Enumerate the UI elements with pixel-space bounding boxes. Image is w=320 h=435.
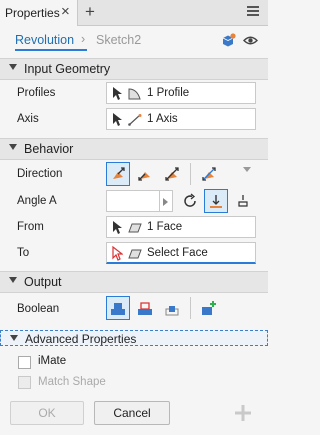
- collapse-arrow-icon: [9, 64, 17, 70]
- direction-flipped-button[interactable]: [133, 162, 157, 186]
- select-cursor-icon: [113, 221, 122, 234]
- axis-value: 1 Axis: [147, 113, 178, 125]
- join-button[interactable]: [106, 296, 130, 320]
- cut-button[interactable]: [133, 296, 157, 320]
- face-icon: [128, 223, 142, 233]
- section-output[interactable]: Output: [0, 271, 268, 293]
- add-tab-icon[interactable]: +: [85, 2, 95, 22]
- axis-selector[interactable]: 1 Axis: [106, 108, 256, 130]
- hamburger-menu-icon[interactable]: [247, 6, 261, 20]
- tab-label: Properties: [5, 6, 60, 20]
- to-selector[interactable]: Select Face: [106, 242, 256, 264]
- breadcrumb-underline: [15, 49, 87, 51]
- direction-asymmetric-button[interactable]: [197, 162, 221, 186]
- divider: [190, 163, 191, 185]
- footer: OK Cancel: [0, 393, 268, 435]
- direction-default-button[interactable]: [106, 162, 130, 186]
- title-bar: Properties × +: [0, 0, 268, 26]
- direction-flipped-icon: [138, 172, 150, 181]
- select-cursor-red-icon: [112, 246, 123, 261]
- ok-button[interactable]: OK: [10, 401, 84, 425]
- to-plane-button[interactable]: [204, 189, 228, 213]
- angle-dropdown[interactable]: [160, 190, 173, 212]
- direction-asymmetric-icon: [202, 167, 216, 181]
- section-title: Input Geometry: [24, 62, 111, 76]
- direction-symmetric-icon: [165, 167, 179, 181]
- more-options-arrow-icon[interactable]: [243, 167, 251, 172]
- apply-plus-icon[interactable]: [230, 401, 256, 425]
- new-solid-icon: [202, 301, 216, 315]
- profile-icon: [128, 88, 141, 100]
- imate-checkbox[interactable]: [18, 356, 31, 369]
- select-cursor-icon: [113, 87, 122, 100]
- eye-icon[interactable]: [243, 35, 258, 46]
- full-revolution-button[interactable]: [178, 189, 202, 213]
- from-selector[interactable]: 1 Face: [106, 216, 256, 238]
- direction-symmetric-button[interactable]: [160, 162, 184, 186]
- to-label: To: [17, 247, 30, 259]
- dropdown-arrow-icon: [163, 198, 168, 206]
- profiles-value: 1 Profile: [147, 87, 190, 99]
- match-shape-checkbox: [18, 376, 31, 389]
- section-advanced-properties[interactable]: Advanced Properties: [0, 330, 268, 346]
- direction-label: Direction: [17, 168, 63, 180]
- axis-icon: [128, 114, 142, 126]
- to-plane-icon: [210, 195, 222, 208]
- section-title: Behavior: [24, 142, 74, 156]
- axis-label: Axis: [17, 113, 39, 125]
- profiles-label: Profiles: [17, 87, 56, 99]
- cut-icon: [138, 302, 152, 315]
- collapse-arrow-icon: [9, 277, 17, 283]
- select-cursor-icon: [113, 113, 122, 126]
- angle-input[interactable]: [106, 190, 160, 212]
- divider: [190, 297, 191, 319]
- match-shape-label: Match Shape: [38, 376, 106, 388]
- direction-default-icon: [113, 167, 125, 179]
- tab-properties[interactable]: Properties ×: [0, 0, 78, 26]
- breadcrumb-revolution[interactable]: Revolution: [15, 33, 74, 47]
- boolean-label: Boolean: [17, 303, 60, 315]
- cube-icon[interactable]: [221, 33, 236, 48]
- cancel-button[interactable]: Cancel: [94, 401, 170, 425]
- new-solid-button[interactable]: [197, 296, 221, 320]
- section-behavior[interactable]: Behavior: [0, 138, 268, 160]
- breadcrumb-separator: ›: [81, 32, 86, 46]
- collapse-arrow-icon: [9, 144, 17, 150]
- full-circle-arrow-icon: [184, 193, 196, 207]
- breadcrumb-sketch2[interactable]: Sketch2: [96, 33, 141, 47]
- profiles-selector[interactable]: 1 Profile: [106, 82, 256, 104]
- to-value: Select Face: [147, 247, 208, 259]
- from-label: From: [17, 221, 44, 233]
- imate-label: iMate: [38, 355, 67, 367]
- close-icon[interactable]: ×: [61, 3, 70, 20]
- join-icon: [111, 303, 125, 315]
- between-icon: [238, 195, 248, 207]
- section-input-geometry[interactable]: Input Geometry: [0, 58, 268, 80]
- face-icon: [128, 249, 142, 259]
- collapse-arrow-icon: [10, 335, 18, 341]
- angle-label: Angle A: [17, 195, 57, 207]
- section-title: Output: [24, 275, 62, 289]
- section-title: Advanced Properties: [25, 332, 137, 346]
- between-button[interactable]: [231, 189, 255, 213]
- breadcrumb: Revolution › Sketch2: [0, 26, 268, 56]
- from-value: 1 Face: [147, 221, 183, 233]
- intersect-icon: [165, 306, 179, 316]
- intersect-button[interactable]: [160, 296, 184, 320]
